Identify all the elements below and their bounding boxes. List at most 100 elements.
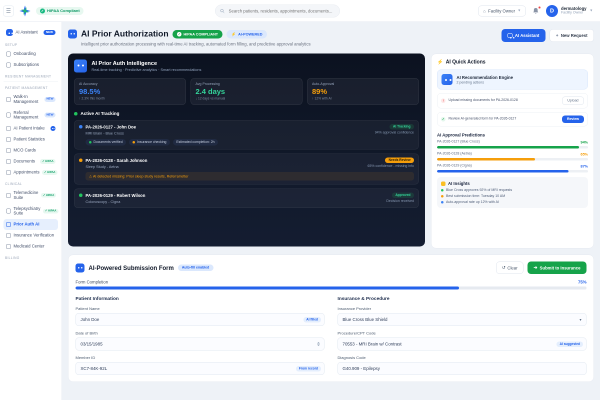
sidebar-item-telepsychiatry-suite[interactable]: Telepsychiatry Suite HIPAA bbox=[4, 203, 59, 219]
global-search[interactable] bbox=[215, 4, 340, 18]
ai-intelligence-panel: AI Prior Auth Intelligence Real-time tra… bbox=[68, 53, 425, 247]
patient-section-title: Patient Information bbox=[75, 296, 119, 302]
insight-item: Auto-approval rate up 12% with AI bbox=[441, 201, 584, 204]
topbar: ☰ ✓ HIPAA Compliant ⌂ Facility Owner ▼ bbox=[0, 0, 600, 22]
user-menu[interactable]: D dermatology Facility Owner ▼ bbox=[546, 4, 593, 17]
prediction-blue-cross: PA-2026-0127 (Blue Cross) 94% bbox=[437, 140, 588, 149]
diagnosis-code-field[interactable]: G40.909 - Epilepsy bbox=[337, 362, 587, 375]
recommendation-engine-card: AI Recommendation Engine 2 pending actio… bbox=[437, 69, 588, 90]
subscriptions-icon bbox=[6, 62, 11, 68]
status-dot-icon bbox=[79, 158, 83, 162]
avatar: D bbox=[546, 4, 559, 17]
case-id: PA-2026-0128 - Sarah Johnson bbox=[85, 157, 148, 163]
clear-button[interactable]: ↺ Clear bbox=[495, 261, 524, 274]
sidebar-item-prior-auth-ai[interactable]: Prior Auth AI bbox=[3, 219, 58, 231]
ai-suggested-badge: AI suggested bbox=[556, 341, 583, 347]
zap-icon: ⚡ bbox=[231, 31, 237, 37]
sidebar-item-ai-patient-intake[interactable]: AI Patient Intake bbox=[4, 123, 59, 134]
case-note: 65% confidence - missing info bbox=[367, 164, 415, 169]
user-info: dermatology Facility Owner bbox=[561, 6, 587, 15]
review-button[interactable]: Review bbox=[561, 115, 584, 123]
user-role: Facility Owner bbox=[561, 11, 584, 15]
send-icon: ➔ bbox=[533, 265, 538, 270]
cards-icon bbox=[6, 148, 11, 154]
date-of-birth-field[interactable]: 03/15/1985 bbox=[75, 337, 325, 351]
pulse-dot-icon bbox=[74, 111, 78, 116]
divider bbox=[3, 81, 58, 82]
new-request-button[interactable]: + New Request bbox=[549, 29, 594, 42]
sidebar-item-referral-management[interactable]: Referral Management NEW bbox=[4, 107, 59, 123]
sidebar-item-patient-statistics[interactable]: Patient Statistics bbox=[4, 134, 59, 145]
page-title: AI Prior Authorization bbox=[81, 29, 169, 39]
patient-information-column: Patient Information Patient Name John Do… bbox=[75, 296, 325, 375]
completion-percent: 75% bbox=[577, 279, 587, 285]
status-dot-icon bbox=[79, 193, 83, 197]
progress-fill bbox=[437, 158, 536, 161]
patient-name-field[interactable]: John Doe AI filled bbox=[75, 313, 325, 326]
sidebar-item-mco-cards[interactable]: MCO Cards bbox=[4, 145, 59, 156]
sidebar-item-documents[interactable]: Documents HIPAA bbox=[4, 156, 59, 167]
ai-powered-pill: ⚡ AI-POWERED bbox=[226, 29, 267, 39]
facility-owner-dropdown[interactable]: ⌂ Facility Owner ▼ bbox=[478, 5, 527, 17]
tag-documents-verified: Documents verified bbox=[85, 139, 127, 146]
insurance-procedure-column: Insurance & Procedure Insurance Provider… bbox=[337, 296, 587, 375]
sidebar-section-patient: PATIENT MANAGEMENT bbox=[5, 86, 48, 91]
stats-row: AI Accuracy 98.5% ↑ 2.3% this month Avg … bbox=[74, 78, 419, 105]
documents-icon bbox=[6, 159, 11, 165]
predictions-title: AI Approval Predictions bbox=[437, 132, 486, 138]
stepper-icon[interactable] bbox=[317, 342, 320, 346]
status-dot-icon bbox=[79, 125, 83, 129]
notifications-bell[interactable] bbox=[532, 5, 542, 15]
sidebar-item-appointments[interactable]: Appointments HIPAA bbox=[4, 167, 59, 178]
stat-avg-processing: Avg Processing 2.4 days ↓ 12 days vs man… bbox=[190, 78, 303, 105]
new-badge: NEW bbox=[43, 30, 56, 35]
sidebar-item-subscriptions[interactable]: Subscriptions bbox=[4, 60, 59, 71]
sidebar-item-insurance-verification[interactable]: Insurance Verification bbox=[4, 230, 59, 241]
submit-to-insurance-button[interactable]: ➔ Submit to Insurance bbox=[527, 261, 587, 274]
cpt-code-field[interactable]: 70553 - MRI Brain w/ Contrast AI suggest… bbox=[337, 337, 587, 351]
sidebar-item-onboarding[interactable]: Onboarding bbox=[4, 49, 59, 60]
onboarding-icon bbox=[6, 51, 11, 57]
robot-avatar-icon bbox=[74, 59, 87, 73]
prediction-cigna: PA-2026-0129 (Cigna) 87% bbox=[437, 164, 588, 173]
calendar-icon bbox=[6, 170, 11, 176]
undo-icon: ↺ bbox=[501, 265, 506, 270]
case-note: Decision received bbox=[386, 199, 414, 204]
intelligence-title: AI Prior Auth Intelligence bbox=[91, 60, 158, 67]
sidebar-item-medicaid-center[interactable]: Medicaid Center bbox=[4, 241, 59, 252]
video-icon bbox=[6, 192, 11, 198]
tracking-card-sarah-johnson[interactable]: PA-2026-0128 - Sarah Johnson Needs Revie… bbox=[74, 153, 419, 185]
stat-ai-accuracy: AI Accuracy 98.5% ↑ 2.3% this month bbox=[74, 78, 186, 105]
action-upload-documents: ! Upload missing documents for PA-2026-0… bbox=[437, 93, 588, 109]
prediction-aetna: PA-2026-0128 (Aetna) 65% bbox=[437, 152, 588, 161]
sidebar-item-walkin-management[interactable]: Walk-In Management NEW bbox=[4, 92, 59, 108]
page-actions: AI Assistant + New Request bbox=[501, 29, 594, 42]
insight-item: Best submission time: Tuesday 10 AM bbox=[441, 195, 584, 198]
ai-insights-card: AI Insights Blue Cross approves 92% of M… bbox=[437, 177, 588, 208]
insurance-provider-select[interactable]: Blue Cross Blue Shield ▾ bbox=[337, 313, 587, 326]
tracking-card-john-doe[interactable]: PA-2026-0127 - John Doe AI Tracking MRI … bbox=[74, 120, 419, 150]
ai-filled-badge: AI filled bbox=[303, 316, 321, 323]
sidebar-item-telemedicine-suite[interactable]: Telemedicine Suite HIPAA bbox=[4, 188, 59, 204]
sidebar-item-ai-assistant[interactable]: AI Assistant NEW bbox=[4, 26, 59, 39]
autofill-badge: Auto-fill enabled bbox=[177, 264, 214, 271]
member-id-field[interactable]: XC7-84K-92L From record bbox=[75, 362, 325, 375]
search-icon bbox=[220, 8, 225, 13]
psychiatry-icon bbox=[6, 208, 11, 214]
statistics-icon bbox=[6, 137, 11, 143]
ai-assistant-button[interactable]: AI Assistant bbox=[501, 29, 546, 42]
hipaa-badge: HIPAA bbox=[42, 208, 59, 214]
robot-icon bbox=[68, 29, 77, 39]
case-detail: Colonoscopy - Cigna bbox=[85, 199, 121, 205]
page-title-block: AI Prior Authorization ✓ HIPAA COMPLIANT… bbox=[68, 29, 311, 47]
search-input[interactable] bbox=[227, 7, 335, 14]
hipaa-badge-label: HIPAA Compliant bbox=[47, 8, 80, 14]
chevron-down-icon: ▼ bbox=[589, 9, 593, 13]
tag-insurance-checking: Insurance checking bbox=[129, 139, 170, 146]
upload-button[interactable]: Upload bbox=[561, 96, 584, 105]
plus-icon: + bbox=[555, 33, 559, 38]
medicaid-icon bbox=[6, 244, 11, 250]
missing-items-warning: ⚠ AI detected missing: Prior sleep study… bbox=[85, 172, 414, 181]
menu-toggle-button[interactable]: ☰ bbox=[3, 5, 14, 17]
tracking-card-robert-wilson[interactable]: PA-2026-0129 - Robert Wilson Approved Co… bbox=[74, 188, 419, 208]
